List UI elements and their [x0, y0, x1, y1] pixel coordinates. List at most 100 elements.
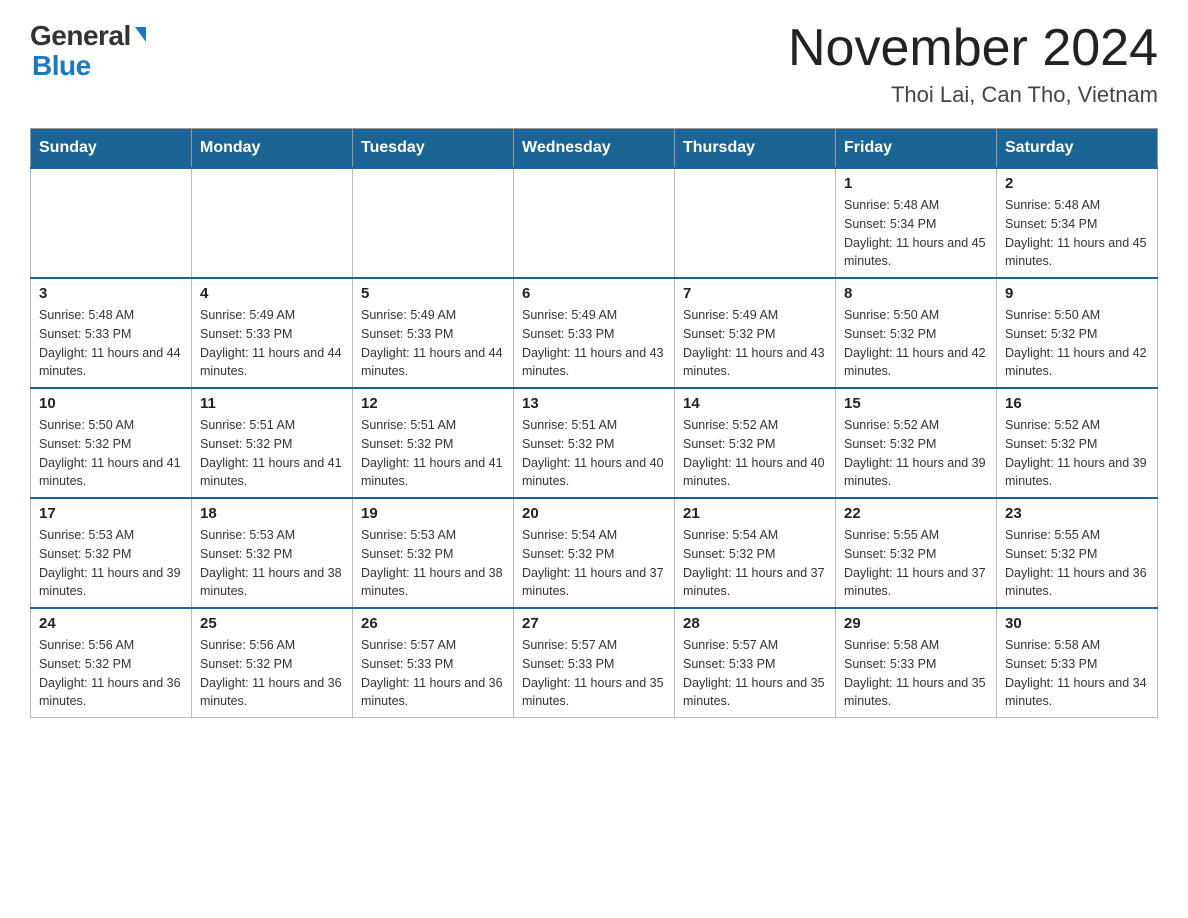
day-info: Sunrise: 5:58 AMSunset: 5:33 PMDaylight:… — [1005, 636, 1149, 711]
col-wednesday: Wednesday — [514, 129, 675, 169]
table-row: 12 Sunrise: 5:51 AMSunset: 5:32 PMDayligh… — [353, 388, 514, 498]
table-row — [192, 168, 353, 278]
table-row: 2Sunrise: 5:48 AMSunset: 5:34 PMDaylight… — [997, 168, 1158, 278]
calendar-header-row: Sunday Monday Tuesday Wednesday Thursday… — [31, 129, 1158, 169]
day-info: Sunrise: 5:55 AMSunset: 5:32 PMDaylight:… — [1005, 526, 1149, 601]
day-info: Sunrise: 5:52 AMSunset: 5:32 PMDaylight:… — [683, 416, 827, 491]
table-row — [675, 168, 836, 278]
day-number: 13 — [522, 395, 666, 412]
table-row: 16 Sunrise: 5:52 AMSunset: 5:32 PMDayligh… — [997, 388, 1158, 498]
calendar-week-row: 17 Sunrise: 5:53 AMSunset: 5:32 PMDayligh… — [31, 498, 1158, 608]
table-row: 24Sunrise: 5:56 AMSunset: 5:32 PMDayligh… — [31, 608, 192, 718]
table-row: 5 Sunrise: 5:49 AMSunset: 5:33 PMDaylight… — [353, 278, 514, 388]
day-info: Sunrise: 5:56 AMSunset: 5:32 PMDaylight:… — [39, 636, 183, 711]
month-title: November 2024 — [788, 20, 1158, 77]
table-row: 15 Sunrise: 5:52 AMSunset: 5:32 PMDayligh… — [836, 388, 997, 498]
day-number: 19 — [361, 505, 505, 522]
day-info: Sunrise: 5:54 AMSunset: 5:32 PMDaylight:… — [522, 526, 666, 601]
col-friday: Friday — [836, 129, 997, 169]
day-info: Sunrise: 5:49 AMSunset: 5:32 PMDaylight:… — [683, 306, 827, 381]
day-info: Sunrise: 5:53 AMSunset: 5:32 PMDaylight:… — [39, 526, 183, 601]
table-row: 9 Sunrise: 5:50 AMSunset: 5:32 PMDaylight… — [997, 278, 1158, 388]
table-row: 18 Sunrise: 5:53 AMSunset: 5:32 PMDayligh… — [192, 498, 353, 608]
col-tuesday: Tuesday — [353, 129, 514, 169]
day-info: Sunrise: 5:58 AMSunset: 5:33 PMDaylight:… — [844, 636, 988, 711]
table-row: 13 Sunrise: 5:51 AMSunset: 5:32 PMDayligh… — [514, 388, 675, 498]
day-number: 18 — [200, 505, 344, 522]
col-sunday: Sunday — [31, 129, 192, 169]
day-number: 10 — [39, 395, 183, 412]
day-info: Sunrise: 5:54 AMSunset: 5:32 PMDaylight:… — [683, 526, 827, 601]
day-info: Sunrise: 5:48 AMSunset: 5:33 PMDaylight:… — [39, 306, 183, 381]
day-number: 23 — [1005, 505, 1149, 522]
table-row: 7Sunrise: 5:49 AMSunset: 5:32 PMDaylight… — [675, 278, 836, 388]
day-info: Sunrise: 5:50 AMSunset: 5:32 PMDaylight:… — [1005, 306, 1149, 381]
day-number: 1 — [844, 175, 988, 192]
table-row: 25 Sunrise: 5:56 AMSunset: 5:32 PMDayligh… — [192, 608, 353, 718]
day-info: Sunrise: 5:49 AMSunset: 5:33 PMDaylight:… — [200, 306, 344, 381]
day-number: 29 — [844, 615, 988, 632]
table-row — [353, 168, 514, 278]
day-number: 14 — [683, 395, 827, 412]
day-number: 3 — [39, 285, 183, 302]
day-number: 8 — [844, 285, 988, 302]
day-info: Sunrise: 5:57 AMSunset: 5:33 PMDaylight:… — [522, 636, 666, 711]
day-number: 25 — [200, 615, 344, 632]
day-number: 2 — [1005, 175, 1149, 192]
calendar-table: Sunday Monday Tuesday Wednesday Thursday… — [30, 128, 1158, 718]
page-header: General Blue November 2024 Thoi Lai, Can… — [30, 20, 1158, 108]
title-block: November 2024 Thoi Lai, Can Tho, Vietnam — [788, 20, 1158, 108]
logo: General Blue — [30, 20, 146, 82]
day-number: 12 — [361, 395, 505, 412]
col-thursday: Thursday — [675, 129, 836, 169]
table-row: 21 Sunrise: 5:54 AMSunset: 5:32 PMDayligh… — [675, 498, 836, 608]
day-number: 4 — [200, 285, 344, 302]
day-info: Sunrise: 5:53 AMSunset: 5:32 PMDaylight:… — [200, 526, 344, 601]
day-number: 11 — [200, 395, 344, 412]
calendar-week-row: 24Sunrise: 5:56 AMSunset: 5:32 PMDayligh… — [31, 608, 1158, 718]
day-number: 20 — [522, 505, 666, 522]
day-info: Sunrise: 5:52 AMSunset: 5:32 PMDaylight:… — [844, 416, 988, 491]
table-row — [514, 168, 675, 278]
table-row: 8 Sunrise: 5:50 AMSunset: 5:32 PMDaylight… — [836, 278, 997, 388]
day-number: 17 — [39, 505, 183, 522]
day-number: 5 — [361, 285, 505, 302]
day-number: 9 — [1005, 285, 1149, 302]
logo-general-text: General — [30, 20, 131, 52]
day-number: 30 — [1005, 615, 1149, 632]
day-number: 21 — [683, 505, 827, 522]
day-info: Sunrise: 5:52 AMSunset: 5:32 PMDaylight:… — [1005, 416, 1149, 491]
table-row: 29 Sunrise: 5:58 AMSunset: 5:33 PMDayligh… — [836, 608, 997, 718]
day-info: Sunrise: 5:56 AMSunset: 5:32 PMDaylight:… — [200, 636, 344, 711]
table-row: 22Sunrise: 5:55 AMSunset: 5:32 PMDayligh… — [836, 498, 997, 608]
day-info: Sunrise: 5:57 AMSunset: 5:33 PMDaylight:… — [683, 636, 827, 711]
table-row: 14 Sunrise: 5:52 AMSunset: 5:32 PMDayligh… — [675, 388, 836, 498]
day-info: Sunrise: 5:55 AMSunset: 5:32 PMDaylight:… — [844, 526, 988, 601]
calendar-week-row: 1 Sunrise: 5:48 AMSunset: 5:34 PMDaylight… — [31, 168, 1158, 278]
table-row: 17 Sunrise: 5:53 AMSunset: 5:32 PMDayligh… — [31, 498, 192, 608]
day-info: Sunrise: 5:51 AMSunset: 5:32 PMDaylight:… — [522, 416, 666, 491]
day-info: Sunrise: 5:49 AMSunset: 5:33 PMDaylight:… — [361, 306, 505, 381]
table-row: 3 Sunrise: 5:48 AMSunset: 5:33 PMDaylight… — [31, 278, 192, 388]
day-info: Sunrise: 5:49 AMSunset: 5:33 PMDaylight:… — [522, 306, 666, 381]
day-number: 28 — [683, 615, 827, 632]
day-info: Sunrise: 5:50 AMSunset: 5:32 PMDaylight:… — [844, 306, 988, 381]
table-row: 6 Sunrise: 5:49 AMSunset: 5:33 PMDaylight… — [514, 278, 675, 388]
day-number: 16 — [1005, 395, 1149, 412]
calendar-week-row: 3 Sunrise: 5:48 AMSunset: 5:33 PMDaylight… — [31, 278, 1158, 388]
location-title: Thoi Lai, Can Tho, Vietnam — [788, 82, 1158, 108]
logo-blue-text: Blue — [32, 50, 91, 82]
table-row: 26Sunrise: 5:57 AMSunset: 5:33 PMDayligh… — [353, 608, 514, 718]
day-info: Sunrise: 5:48 AMSunset: 5:34 PMDaylight:… — [844, 196, 988, 271]
table-row: 20 Sunrise: 5:54 AMSunset: 5:32 PMDayligh… — [514, 498, 675, 608]
table-row: 1 Sunrise: 5:48 AMSunset: 5:34 PMDaylight… — [836, 168, 997, 278]
day-info: Sunrise: 5:53 AMSunset: 5:32 PMDaylight:… — [361, 526, 505, 601]
table-row: 10Sunrise: 5:50 AMSunset: 5:32 PMDayligh… — [31, 388, 192, 498]
day-number: 6 — [522, 285, 666, 302]
day-info: Sunrise: 5:51 AMSunset: 5:32 PMDaylight:… — [200, 416, 344, 491]
logo-arrow-icon — [135, 27, 146, 42]
day-info: Sunrise: 5:57 AMSunset: 5:33 PMDaylight:… — [361, 636, 505, 711]
day-number: 15 — [844, 395, 988, 412]
day-info: Sunrise: 5:51 AMSunset: 5:32 PMDaylight:… — [361, 416, 505, 491]
day-number: 27 — [522, 615, 666, 632]
